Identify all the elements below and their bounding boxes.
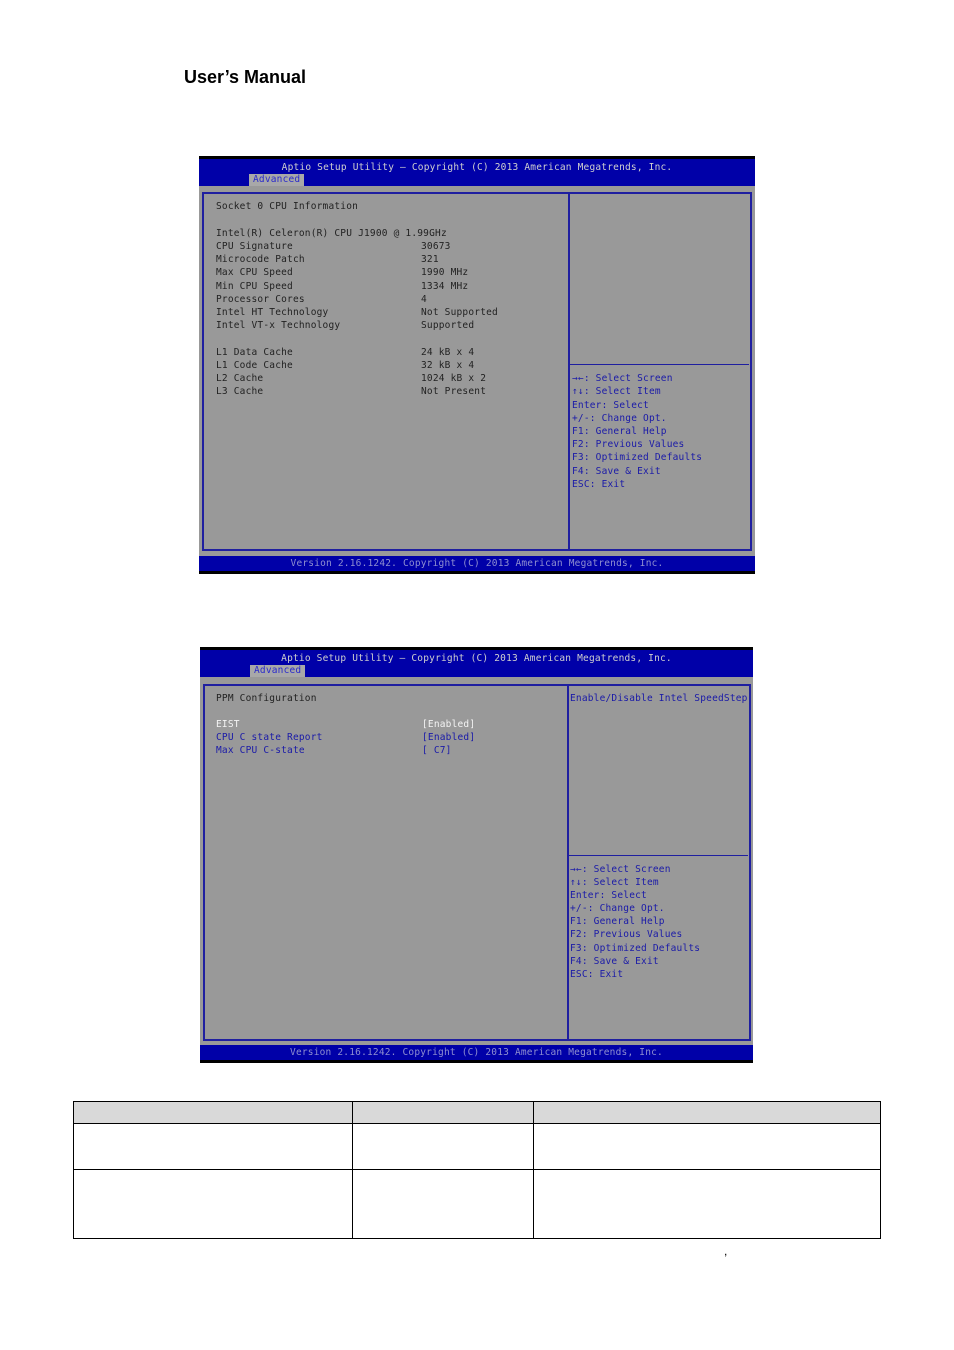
tab-advanced[interactable]: Advanced	[250, 665, 306, 677]
info-label-max-cpu-speed: Max CPU Speed	[216, 267, 293, 278]
option-cpu-c-state-report-label[interactable]: CPU C state Report	[216, 731, 323, 744]
key-help-change-opt: +/-: Change Opt.	[570, 903, 665, 914]
key-help-esc: ESC: Exit	[572, 479, 626, 490]
key-help-select-item: ↑↓: Select Item	[570, 877, 659, 888]
key-help-select-item: ↑↓: Select Item	[572, 386, 661, 397]
key-help-f2: F2: Previous Values	[570, 929, 683, 940]
cache-value-l1-code: 32 kB x 4	[421, 360, 475, 371]
bios-screen-ppm-config: Aptio Setup Utility – Copyright (C) 2013…	[200, 647, 753, 1063]
section-heading: PPM Configuration	[216, 693, 317, 704]
bottom-border	[199, 571, 755, 574]
title-bar: Aptio Setup Utility – Copyright (C) 2013…	[199, 159, 755, 186]
help-divider	[570, 364, 749, 365]
table-cell	[533, 1169, 881, 1239]
table-cell	[351, 1169, 535, 1239]
table-header-cell	[533, 1101, 881, 1124]
info-label-ht-technology: Intel HT Technology	[216, 307, 329, 318]
key-help-f3: F3: Optimized Defaults	[572, 452, 703, 463]
table-row	[73, 1123, 881, 1170]
table-cell	[351, 1123, 535, 1170]
key-help-select-screen: →←: Select Screen	[570, 864, 671, 875]
key-help-enter: Enter: Select	[572, 400, 649, 411]
key-help-f2: F2: Previous Values	[572, 439, 685, 450]
cache-label-l1-code: L1 Code Cache	[216, 360, 293, 371]
bios-footer: Version 2.16.1242. Copyright (C) 2013 Am…	[200, 1045, 753, 1060]
cache-value-l3: Not Present	[421, 386, 487, 397]
key-help-enter: Enter: Select	[570, 890, 647, 901]
bios-footer: Version 2.16.1242. Copyright (C) 2013 Am…	[199, 556, 755, 571]
bios-title: Aptio Setup Utility – Copyright (C) 2013…	[281, 162, 673, 173]
info-value-ht-technology: Not Supported	[421, 307, 498, 318]
option-max-cpu-c-state-value[interactable]: [ C7]	[422, 744, 452, 757]
key-help-f3: F3: Optimized Defaults	[570, 943, 701, 954]
tab-advanced[interactable]: Advanced	[249, 174, 305, 186]
info-label-min-cpu-speed: Min CPU Speed	[216, 281, 293, 292]
options-table	[73, 1101, 881, 1239]
option-max-cpu-c-state-label[interactable]: Max CPU C-state	[216, 744, 305, 757]
info-label-processor-cores: Processor Cores	[216, 294, 305, 305]
option-cpu-c-state-report-value[interactable]: [Enabled]	[422, 731, 475, 744]
info-value-cpu-signature: 30673	[421, 241, 451, 252]
info-value-microcode-patch: 321	[421, 254, 439, 265]
option-eist-label[interactable]: EIST	[216, 718, 240, 731]
cache-label-l3: L3 Cache	[216, 386, 264, 397]
table-cell	[533, 1123, 881, 1170]
table-cell	[73, 1123, 353, 1170]
cache-value-l1-data: 24 kB x 4	[421, 347, 475, 358]
stray-comma-mark: ,	[724, 1244, 728, 1258]
item-help-text: Enable/Disable Intel SpeedStep	[570, 693, 748, 704]
manual-header-title: User’s Manual	[184, 67, 307, 87]
section-heading: Socket 0 CPU Information	[216, 201, 359, 212]
key-help-f4: F4: Save & Exit	[570, 956, 659, 967]
title-bar: Aptio Setup Utility – Copyright (C) 2013…	[200, 650, 753, 677]
key-help-f4: F4: Save & Exit	[572, 466, 661, 477]
bios-title: Aptio Setup Utility – Copyright (C) 2013…	[281, 653, 672, 664]
info-value-vtx-technology: Supported	[421, 320, 475, 331]
key-help-esc: ESC: Exit	[570, 969, 624, 980]
table-cell	[73, 1169, 353, 1239]
table-header-row	[73, 1101, 881, 1124]
cache-value-l2: 1024 kB x 2	[421, 373, 487, 384]
help-divider	[569, 855, 748, 856]
info-label-cpu-signature: CPU Signature	[216, 241, 293, 252]
info-value-max-cpu-speed: 1990 MHz	[421, 267, 469, 278]
key-help-select-screen: →←: Select Screen	[572, 373, 673, 384]
key-help-f1: F1: General Help	[572, 426, 667, 437]
bottom-border	[200, 1060, 753, 1063]
processor-name: Intel(R) Celeron(R) CPU J1900 @ 1.99GHz	[216, 228, 447, 239]
table-header-cell	[351, 1101, 535, 1124]
table-header-cell	[73, 1101, 353, 1124]
bios-screen-cpu-info: Aptio Setup Utility – Copyright (C) 2013…	[199, 156, 755, 574]
info-label-microcode-patch: Microcode Patch	[216, 254, 305, 265]
info-value-min-cpu-speed: 1334 MHz	[421, 281, 469, 292]
info-value-processor-cores: 4	[421, 294, 427, 305]
table-row	[73, 1169, 881, 1239]
cache-label-l1-data: L1 Data Cache	[216, 347, 293, 358]
key-help-change-opt: +/-: Change Opt.	[572, 413, 667, 424]
info-label-vtx-technology: Intel VT-x Technology	[216, 320, 341, 331]
cache-label-l2: L2 Cache	[216, 373, 264, 384]
key-help-f1: F1: General Help	[570, 916, 665, 927]
option-eist-value[interactable]: [Enabled]	[422, 718, 475, 731]
